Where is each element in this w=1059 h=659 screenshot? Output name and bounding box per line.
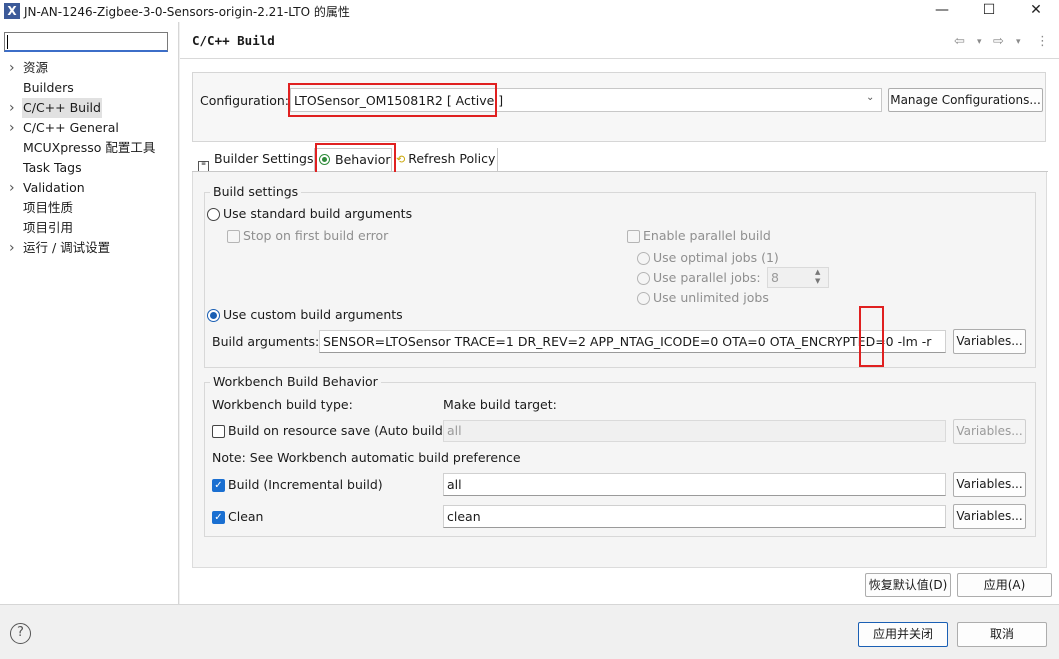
workbench-title: Workbench Build Behavior (210, 374, 381, 389)
sidebar-item[interactable]: › 资源 (0, 58, 178, 78)
back-arrow-icon[interactable]: ⇦ (954, 34, 965, 49)
text-caret (7, 35, 8, 49)
close-button[interactable]: ✕ (1013, 0, 1059, 22)
auto-build-checkbox[interactable] (212, 425, 225, 438)
tab-label: Refresh Policy (408, 151, 496, 166)
tab-refresh-policy[interactable]: ⟲ Refresh Policy (392, 148, 498, 172)
manage-configurations-button[interactable]: Manage Configurations... (888, 88, 1043, 112)
apply-and-close-button[interactable]: 应用并关闭 (858, 622, 948, 647)
clean-checkbox[interactable]: ✓ (212, 511, 225, 524)
configuration-label: Configuration: (200, 93, 289, 108)
sidebar-item[interactable]: › Validation (0, 178, 178, 198)
window-title: JN-AN-1246-Zigbee-3-0-Sensors-origin-2.2… (24, 5, 350, 19)
sidebar-item-label: 资源 (23, 60, 49, 75)
use-custom-args-radio[interactable] (207, 309, 220, 322)
parallel-jobs-radio[interactable] (637, 272, 650, 285)
clean-variables-button[interactable]: Variables... (953, 504, 1026, 529)
minimize-button[interactable]: — (919, 0, 965, 22)
build-arguments-highlight (859, 306, 884, 367)
use-custom-args-label: Use custom build arguments (223, 307, 403, 322)
enable-parallel-checkbox[interactable] (627, 230, 640, 243)
enable-parallel-label: Enable parallel build (643, 228, 771, 243)
sidebar-item-label: Builders (23, 80, 74, 95)
sidebar-item-label: Task Tags (23, 160, 82, 175)
use-standard-args-radio[interactable] (207, 208, 220, 221)
sidebar-item-label: C/C++ Build (22, 98, 102, 118)
sidebar-item[interactable]: › C/C++ Build (0, 98, 178, 118)
back-menu-chevron-icon[interactable]: ▾ (977, 37, 982, 47)
build-args-variables-button[interactable]: Variables... (953, 329, 1026, 354)
chevron-right-icon[interactable]: › (9, 58, 15, 78)
sidebar-item[interactable]: › C/C++ General (0, 118, 178, 138)
sidebar-item[interactable]: Task Tags (0, 158, 178, 178)
chevron-right-icon[interactable]: › (9, 98, 15, 118)
cancel-button[interactable]: 取消 (957, 622, 1047, 647)
filter-input[interactable] (4, 32, 168, 52)
parallel-jobs-label: Use parallel jobs: (653, 270, 761, 285)
unlimited-jobs-radio[interactable] (637, 292, 650, 305)
auto-build-target-input[interactable]: all (443, 420, 946, 442)
sidebar-item-label: 项目引用 (23, 220, 74, 235)
auto-build-variables-button[interactable]: Variables... (953, 419, 1026, 444)
sidebar-item[interactable]: 项目引用 (0, 218, 178, 238)
incremental-build-label: Build (Incremental build) (228, 477, 383, 492)
sidebar-item[interactable]: 项目性质 (0, 198, 178, 218)
chevron-right-icon[interactable]: › (9, 238, 15, 258)
incremental-variables-button[interactable]: Variables... (953, 472, 1026, 497)
stop-on-first-error-label: Stop on first build error (243, 228, 389, 243)
help-icon[interactable]: ? (10, 623, 31, 644)
configuration-highlight (288, 83, 497, 117)
optimal-jobs-label: Use optimal jobs (1) (653, 250, 779, 265)
make-build-target-label: Make build target: (443, 397, 557, 412)
use-standard-args-label: Use standard build arguments (223, 206, 413, 221)
workbench-build-type-label: Workbench build type: (212, 397, 353, 412)
page-title: C/C++ Build (192, 33, 275, 48)
refresh-policy-icon: ⟲ (396, 153, 406, 166)
build-arguments-label: Build arguments: (212, 334, 320, 349)
clean-label: Clean (228, 509, 264, 524)
forward-menu-chevron-icon[interactable]: ▾ (1016, 37, 1021, 47)
sidebar-item-label: MCUXpresso 配置工具 (23, 140, 156, 155)
sidebar-item-label: 项目性质 (23, 200, 74, 215)
spinner-arrows-icon[interactable]: ▲ ▼ (815, 268, 820, 286)
sidebar-item[interactable]: › 运行 / 调试设置 (0, 238, 178, 258)
sidebar-item[interactable]: Builders (0, 78, 178, 98)
stop-on-first-error-checkbox[interactable] (227, 230, 240, 243)
sidebar-item-label: C/C++ General (23, 120, 119, 135)
sidebar-item[interactable]: MCUXpresso 配置工具 (0, 138, 178, 158)
incremental-build-checkbox[interactable]: ✓ (212, 479, 225, 492)
auto-build-label: Build on resource save (Auto build) (228, 423, 448, 438)
chevron-right-icon[interactable]: › (9, 118, 15, 138)
auto-build-target-value: all (447, 423, 462, 438)
chevron-right-icon[interactable]: › (9, 178, 15, 198)
x-app-icon: X (4, 3, 20, 19)
build-arguments-value: SENSOR=LTOSensor TRACE=1 DR_REV=2 APP_NT… (323, 334, 932, 349)
apply-button[interactable]: 应用(A) (957, 573, 1052, 597)
clean-target-value: clean (447, 509, 481, 524)
forward-arrow-icon[interactable]: ⇨ (993, 34, 1004, 49)
maximize-button[interactable]: ☐ (966, 0, 1012, 22)
build-arguments-input[interactable]: SENSOR=LTOSensor TRACE=1 DR_REV=2 APP_NT… (319, 330, 946, 353)
title-separator (180, 58, 1059, 59)
chevron-down-icon: ⌄ (866, 92, 875, 103)
tab-label: Builder Settings (214, 151, 314, 166)
sidebar-item-label: 运行 / 调试设置 (23, 240, 111, 255)
sidebar-item-label: Validation (23, 180, 85, 195)
unlimited-jobs-label: Use unlimited jobs (653, 290, 769, 305)
build-settings-title: Build settings (210, 184, 302, 199)
clean-target-input[interactable]: clean (443, 505, 946, 528)
tab-builder-settings[interactable]: ≡ Builder Settings (194, 148, 314, 173)
workbench-note: Note: See Workbench automatic build pref… (212, 450, 521, 465)
optimal-jobs-radio[interactable] (637, 252, 650, 265)
parallel-jobs-value: 8 (771, 270, 779, 285)
incremental-build-target-value: all (447, 477, 462, 492)
view-menu-icon[interactable]: ⋮ (1036, 34, 1049, 49)
restore-defaults-button[interactable]: 恢复默认值(D) (865, 573, 951, 597)
incremental-build-target-input[interactable]: all (443, 473, 946, 496)
